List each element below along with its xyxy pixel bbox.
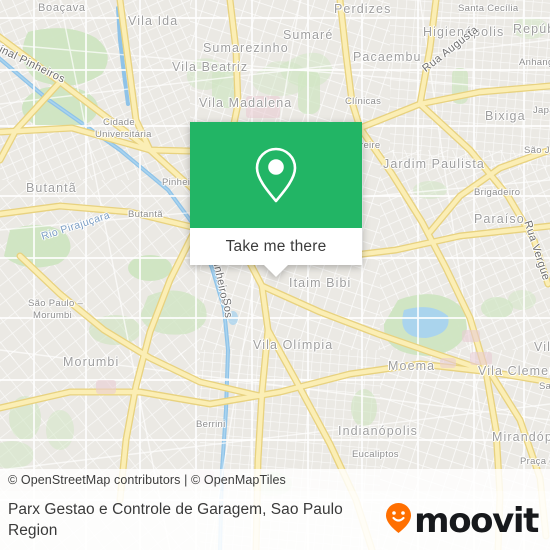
take-me-there-button[interactable]: Take me there [190, 228, 362, 277]
moovit-wordmark: moovit [414, 500, 539, 541]
attribution-text[interactable]: © OpenStreetMap contributors | © OpenMap… [8, 473, 286, 487]
location-callout-card[interactable]: Take me there [190, 122, 362, 277]
page-title: Parx Gestao e Controle de Garagem, Sao P… [8, 500, 343, 539]
screenshot-root: Boaçava Vila Ida Sumarezinho Perdizes Santa … [0, 0, 550, 550]
take-me-there-label: Take me there [225, 237, 327, 255]
map-attribution-bar: © OpenStreetMap contributors | © OpenMap… [0, 469, 550, 491]
map-pin-icon [253, 146, 299, 204]
footer-bar: Parx Gestao e Controle de Garagem, Sao P… [0, 491, 550, 550]
callout-image-panel [190, 122, 362, 228]
callout-pointer [263, 264, 289, 277]
moovit-smiley-pin-icon [385, 502, 412, 539]
moovit-logo[interactable]: moovit [385, 500, 539, 541]
